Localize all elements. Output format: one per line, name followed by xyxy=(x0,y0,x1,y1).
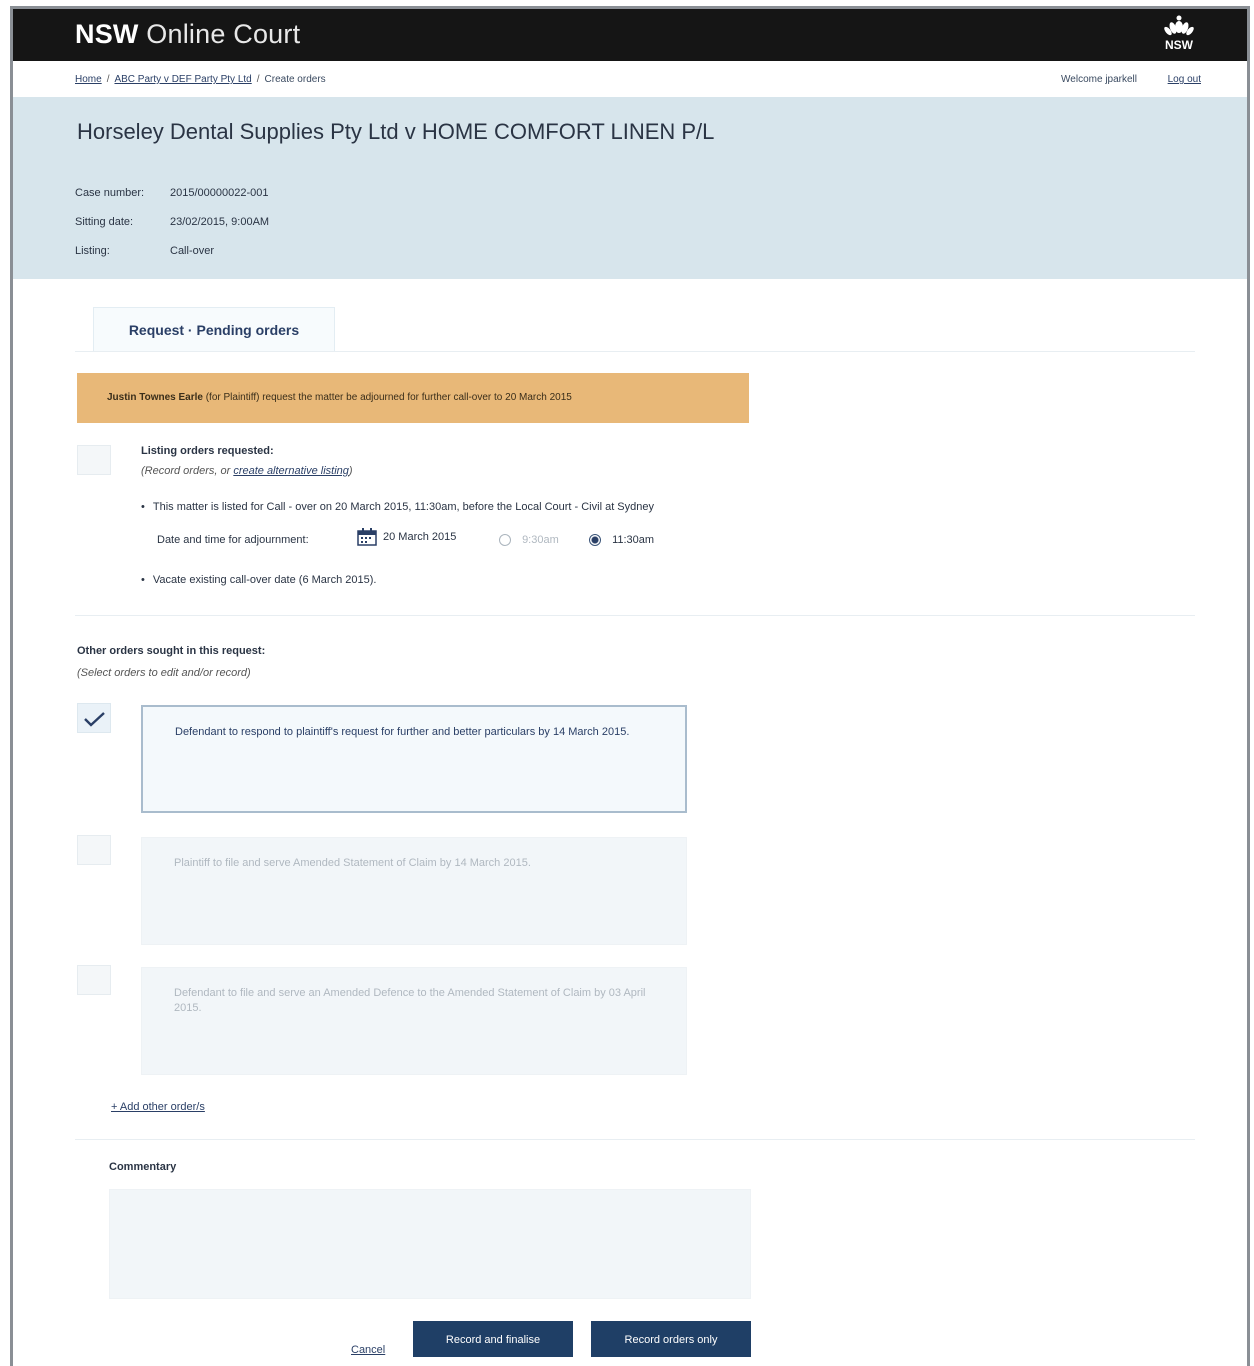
meta-listing: Listing: Call-over xyxy=(75,245,214,257)
divider xyxy=(75,1139,1195,1140)
brand-bold: NSW xyxy=(75,19,139,49)
meta-value: 2015/00000022-001 xyxy=(170,187,269,199)
order-1-checkbox[interactable] xyxy=(77,703,111,733)
time-option-label: 9:30am xyxy=(522,534,559,546)
time-option-1130[interactable]: 11:30am xyxy=(589,534,655,547)
breadcrumb-current: Create orders xyxy=(264,74,326,85)
waratah-icon xyxy=(1164,15,1194,36)
order-1-text[interactable]: Defendant to respond to plaintiff's requ… xyxy=(141,705,687,813)
tab-request-pending-orders[interactable]: Request · Pending orders xyxy=(93,307,335,352)
meta-key: Case number: xyxy=(75,187,145,199)
commentary-label: Commentary xyxy=(109,1161,177,1173)
adjournment-date-label: Date and time for adjournment: xyxy=(157,534,309,546)
listing-bullet-2: Vacate existing call-over date (6 March … xyxy=(141,574,377,586)
time-option-label: 11:30am xyxy=(612,534,655,546)
listing-sub-prefix: (Record orders, or xyxy=(141,465,234,477)
breadcrumb-separator: / xyxy=(256,74,260,85)
calendar-icon xyxy=(357,528,377,546)
request-notice: Justin Townes Earle (for Plaintiff) requ… xyxy=(77,373,749,423)
other-orders-subtext: (Select orders to edit and/or record) xyxy=(77,667,251,679)
case-header: Horseley Dental Supplies Pty Ltd v HOME … xyxy=(13,97,1247,279)
radio-selected-icon xyxy=(589,534,601,547)
case-title: Horseley Dental Supplies Pty Ltd v HOME … xyxy=(77,119,715,144)
time-option-930[interactable]: 9:30am xyxy=(499,534,559,547)
listing-heading: Listing orders requested: xyxy=(141,445,274,457)
breadcrumb-case-link[interactable]: ABC Party v DEF Party Pty Ltd xyxy=(114,74,251,85)
nsw-waratah-logo[interactable]: NSW xyxy=(1159,15,1199,57)
logo-text: NSW xyxy=(1165,38,1193,52)
breadcrumb-bar: Home / ABC Party v DEF Party Pty Ltd / Creat… xyxy=(13,61,1247,97)
breadcrumb-home-link[interactable]: Home xyxy=(75,74,102,85)
listing-sub-suffix: ) xyxy=(348,465,353,477)
divider xyxy=(75,615,1195,616)
meta-value: Call-over xyxy=(170,245,215,257)
meta-value: 23/02/2015, 9:00AM xyxy=(170,216,270,228)
record-and-finalise-button[interactable]: Record and finalise xyxy=(413,1321,573,1357)
order-3-text[interactable]: Defendant to file and serve an Amended D… xyxy=(141,967,687,1075)
order-3-checkbox[interactable] xyxy=(77,965,111,995)
meta-sitting-date: Sitting date: 23/02/2015, 9:00AM xyxy=(75,216,269,228)
radio-icon xyxy=(499,534,511,547)
add-other-orders-link[interactable]: + Add other order/s xyxy=(111,1101,205,1113)
cancel-link[interactable]: Cancel xyxy=(351,1344,385,1356)
page-frame: NSW Online Court NSW Home / ABC Party v DE… xyxy=(10,6,1250,1366)
logout-link[interactable]: Log out xyxy=(1168,74,1201,85)
commentary-textarea[interactable] xyxy=(109,1189,751,1299)
adjournment-date-value: 20 March 2015 xyxy=(383,531,457,543)
checkmark-icon xyxy=(84,712,105,727)
meta-key: Listing: xyxy=(75,245,110,257)
listing-orders-checkbox[interactable] xyxy=(77,445,111,475)
record-orders-only-button[interactable]: Record orders only xyxy=(591,1321,751,1357)
breadcrumb-separator: / xyxy=(106,74,110,85)
listing-subtext: (Record orders, or create alternative li… xyxy=(141,465,353,477)
adjournment-date-picker[interactable]: 20 March 2015 xyxy=(357,528,456,546)
brand-light: Online Court xyxy=(146,19,301,49)
breadcrumb: Home / ABC Party v DEF Party Pty Ltd / Creat… xyxy=(75,74,326,85)
notice-name: Justin Townes Earle xyxy=(107,392,203,403)
order-2-checkbox[interactable] xyxy=(77,835,111,865)
create-alternative-listing-link[interactable]: create alternative listing xyxy=(233,465,349,477)
divider xyxy=(75,351,1195,352)
listing-bullet-1: This matter is listed for Call - over on… xyxy=(141,501,654,513)
top-bar: NSW Online Court NSW xyxy=(13,9,1247,61)
order-2-text[interactable]: Plaintiff to file and serve Amended Stat… xyxy=(141,837,687,945)
meta-case-number: Case number: 2015/00000022-001 xyxy=(75,187,268,199)
notice-text: (for Plaintiff) request the matter be ad… xyxy=(202,392,572,403)
welcome-text: Welcome jparkell xyxy=(1061,74,1137,85)
brand-title[interactable]: NSW Online Court xyxy=(75,19,300,50)
meta-key: Sitting date: xyxy=(75,216,134,228)
other-orders-heading: Other orders sought in this request: xyxy=(77,645,266,657)
